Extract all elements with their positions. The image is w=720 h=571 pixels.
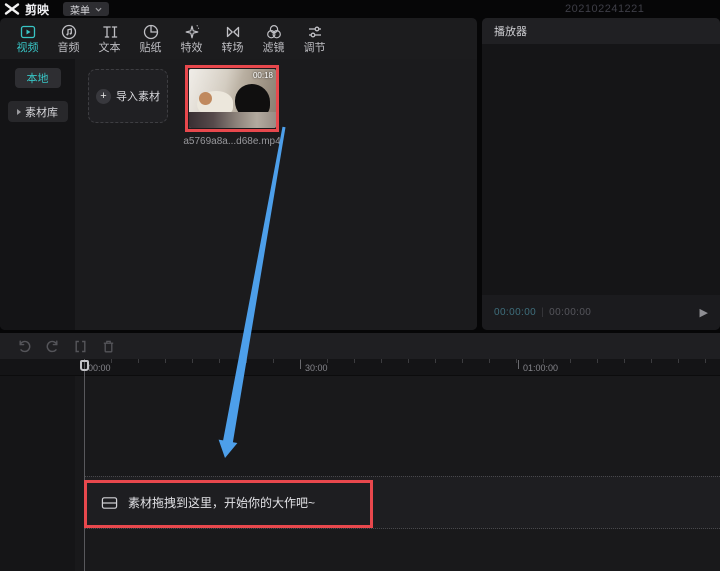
sticker-icon (142, 23, 160, 41)
tab-transition-label: 转场 (222, 43, 244, 54)
app-logo-icon (4, 2, 20, 16)
session-timestamp: 202102241221 (565, 3, 644, 15)
adjust-icon (306, 23, 324, 41)
clip-thumbnail-bed (189, 112, 276, 128)
split-icon (73, 339, 88, 354)
media-grid: + 导入素材 00:18 a5769a8a...d68e.mp4 (75, 59, 477, 330)
clip-thumbnail-cat-patch (199, 92, 212, 105)
tab-filter[interactable]: 滤镜 (253, 23, 294, 54)
video-icon (19, 23, 37, 41)
tab-sticker-label: 贴纸 (140, 43, 162, 54)
audio-icon (60, 23, 78, 41)
player-panel: 播放器 00:00:00 | 00:00:00 ▶ (482, 18, 720, 330)
timeline-dropzone-text: 素材拖拽到这里，开始你的大作吧~ (128, 494, 315, 511)
tab-adjust[interactable]: 调节 (294, 23, 335, 54)
undo-icon (17, 339, 32, 354)
playhead-line (84, 359, 85, 571)
sidebar-item-local[interactable]: 本地 (15, 68, 61, 88)
tab-effects[interactable]: 特效 (171, 23, 212, 54)
import-material-button[interactable]: + 导入素材 (88, 69, 168, 123)
media-sidebar: 本地 素材库 (0, 59, 75, 330)
ruler-major-tick-1 (300, 360, 301, 369)
player-time-separator: | (541, 307, 544, 318)
import-material-label: 导入素材 (116, 88, 160, 104)
ruler-label-1: 30:00 (305, 363, 328, 373)
clip-duration-badge: 00:18 (253, 71, 273, 80)
tab-text[interactable]: 文本 (89, 23, 130, 54)
text-icon (101, 23, 119, 41)
app-name: 剪映 (25, 1, 49, 18)
titlebar: 剪映 菜单 202102241221 (0, 0, 720, 18)
timeline-ruler[interactable]: 00:00 30:00 01:00:00 (0, 359, 720, 376)
clip-filename: a5769a8a...d68e.mp4 (161, 136, 303, 147)
media-panel-body: 本地 素材库 + 导入素材 00:18 a5769a8a...d68e.mp (0, 59, 477, 330)
player-total-time: 00:00:00 (549, 307, 591, 318)
tab-effects-label: 特效 (181, 43, 203, 54)
redo-button[interactable] (45, 339, 60, 354)
transition-icon (224, 23, 242, 41)
menu-button-label: 菜单 (70, 2, 90, 17)
sidebar-item-library-label: 素材库 (25, 104, 58, 120)
effects-icon (183, 23, 201, 41)
ruler-ticks (84, 359, 720, 363)
tab-text-label: 文本 (99, 43, 121, 54)
ruler-major-tick-2 (518, 360, 519, 369)
player-viewport (482, 44, 720, 295)
track-header-gutter (0, 376, 75, 571)
play-button[interactable]: ▶ (700, 306, 708, 319)
media-panel: 视频 音频 文本 贴纸 特效 (0, 18, 477, 330)
trash-icon (101, 339, 116, 354)
split-button[interactable] (73, 339, 88, 354)
chevron-down-icon (95, 7, 102, 12)
player-header: 播放器 (482, 18, 720, 44)
tab-adjust-label: 调节 (304, 43, 326, 54)
player-title: 播放器 (494, 23, 527, 39)
asset-tabs: 视频 音频 文本 贴纸 特效 (0, 18, 477, 59)
timeline-dropzone[interactable]: 素材拖拽到这里，开始你的大作吧~ (84, 476, 720, 529)
tab-sticker[interactable]: 贴纸 (130, 23, 171, 54)
collapse-arrow-icon (17, 109, 21, 115)
redo-icon (45, 339, 60, 354)
clip-thumbnail[interactable]: 00:18 (189, 69, 276, 128)
tab-filter-label: 滤镜 (263, 43, 285, 54)
undo-button[interactable] (17, 339, 32, 354)
player-current-time: 00:00:00 (494, 307, 536, 318)
delete-button[interactable] (101, 339, 116, 354)
tab-transition[interactable]: 转场 (212, 23, 253, 54)
playhead-handle[interactable] (80, 360, 89, 371)
tab-video[interactable]: 视频 (7, 23, 48, 54)
plus-icon: + (96, 89, 111, 104)
player-controls: 00:00:00 | 00:00:00 ▶ (482, 295, 720, 330)
ruler-label-0: 00:00 (88, 363, 111, 373)
tab-video-label: 视频 (17, 43, 39, 54)
timeline: 00:00 30:00 01:00:00 素材拖拽到这里，开始你的大作吧~ (0, 333, 720, 571)
ruler-label-2: 01:00:00 (523, 363, 558, 373)
filter-icon (265, 23, 283, 41)
sidebar-item-library[interactable]: 素材库 (8, 101, 68, 122)
tab-audio[interactable]: 音频 (48, 23, 89, 54)
sidebar-item-local-label: 本地 (27, 70, 49, 86)
menu-button[interactable]: 菜单 (63, 2, 109, 16)
media-track-icon (101, 496, 118, 510)
timeline-toolbar (0, 333, 720, 359)
tab-audio-label: 音频 (58, 43, 80, 54)
